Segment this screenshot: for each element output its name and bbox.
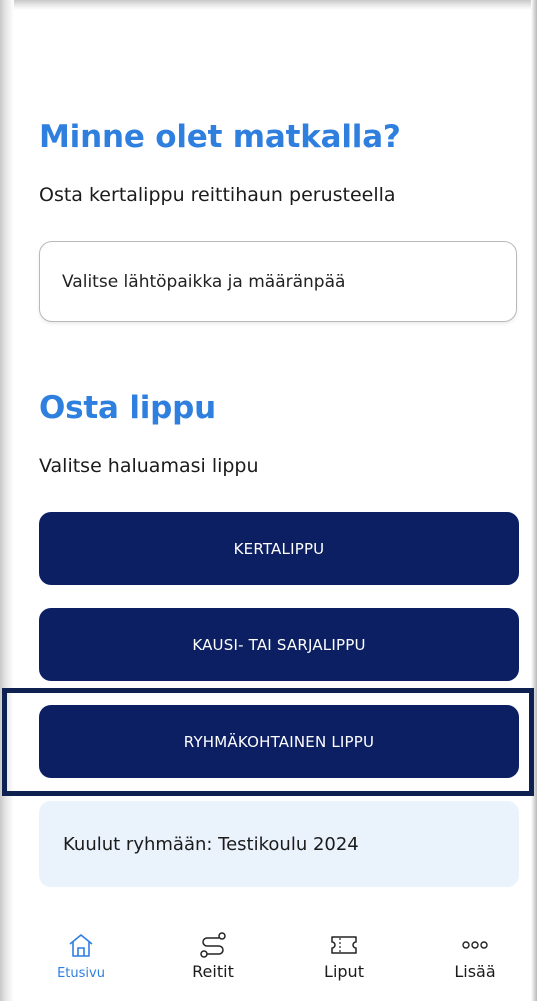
ticket-title: Osta lippu: [39, 390, 217, 426]
window-shadow-top: [0, 0, 537, 10]
season-ticket-label: KAUSI- TAI SARJALIPPU: [192, 635, 366, 654]
single-ticket-label: KERTALIPPU: [233, 539, 325, 558]
group-membership-info: Kuulut ryhmään: Testikoulu 2024: [39, 801, 519, 887]
destination-title: Minne olet matkalla?: [39, 119, 401, 155]
single-ticket-button[interactable]: KERTALIPPU: [39, 512, 519, 585]
destination-subtitle: Osta kertalippu reittihaun perusteella: [39, 184, 396, 206]
nav-label-home: Etusivu: [57, 966, 105, 981]
home-icon: [69, 934, 93, 957]
nav-item-routes[interactable]: Reitit: [168, 920, 258, 981]
window-shadow-left: [0, 0, 14, 1001]
ticket-subtitle: Valitse haluamasi lippu: [39, 455, 259, 477]
group-membership-text: Kuulut ryhmään: Testikoulu 2024: [63, 833, 359, 855]
route-search-field[interactable]: Valitse lähtöpaikka ja määränpää: [39, 241, 517, 322]
route-icon: [200, 932, 226, 958]
nav-item-tickets[interactable]: Liput: [299, 920, 389, 981]
season-ticket-button[interactable]: KAUSI- TAI SARJALIPPU: [39, 608, 519, 681]
route-field-placeholder: Valitse lähtöpaikka ja määränpää: [62, 271, 346, 292]
more-icon: [462, 941, 488, 949]
app-screen: Minne olet matkalla? Osta kertalippu rei…: [0, 0, 537, 1001]
bottom-nav: Etusivu Reitit Liput Lisää: [0, 920, 537, 1001]
group-ticket-highlight: [2, 688, 534, 796]
ticket-icon: [331, 936, 357, 954]
nav-label-more: Lisää: [454, 962, 496, 981]
nav-label-tickets: Liput: [324, 962, 364, 981]
nav-item-more[interactable]: Lisää: [430, 920, 520, 981]
window-shadow-right: [531, 0, 537, 1001]
nav-label-routes: Reitit: [192, 962, 234, 981]
nav-item-home[interactable]: Etusivu: [36, 920, 126, 981]
